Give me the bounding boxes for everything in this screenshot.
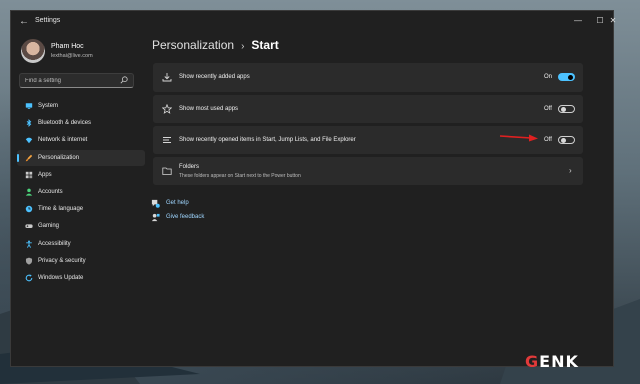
star-icon (162, 104, 172, 114)
sidebar-item-label: Network & internet (38, 137, 88, 144)
folder-icon (162, 167, 172, 175)
brush-icon (25, 154, 33, 161)
breadcrumb: Personalization › Start (152, 38, 279, 52)
gamepad-icon (25, 224, 33, 229)
setting-row-most-used[interactable]: Show most used apps Off (153, 95, 583, 123)
sidebar-item-bluetooth[interactable]: Bluetooth & devices (17, 115, 145, 131)
person-icon (25, 188, 33, 196)
sidebar-item-label: Apps (38, 171, 52, 178)
recently-added-toggle[interactable] (558, 73, 575, 81)
window-title: Settings (35, 17, 61, 24)
shield-icon (25, 257, 33, 265)
close-button[interactable]: ✕ (609, 14, 617, 28)
sidebar-item-label: Personalization (38, 154, 80, 161)
sidebar-item-windows-update[interactable]: Windows Update (17, 270, 145, 286)
sidebar-item-label: Accounts (38, 188, 63, 195)
sidebar-item-label: Privacy & security (38, 257, 86, 264)
search-icon[interactable] (120, 76, 128, 84)
search-input[interactable] (25, 75, 120, 86)
setting-description: These folders appear on Start next to th… (179, 173, 301, 179)
title-bar: ← Settings — ☐ ✕ (11, 11, 616, 33)
help-icon (151, 199, 160, 208)
accessibility-icon (26, 239, 32, 248)
get-help-link[interactable]: Get help (166, 200, 189, 206)
sidebar-item-label: Bluetooth & devices (38, 120, 92, 127)
setting-label: Show most used apps (179, 106, 239, 112)
toggle-knob (561, 107, 566, 112)
sidebar-item-privacy[interactable]: Privacy & security (17, 253, 145, 269)
setting-row-recently-added[interactable]: Show recently added apps On (153, 63, 583, 92)
list-icon (163, 137, 171, 143)
toggle-state-text: Off (544, 137, 552, 143)
avatar[interactable] (21, 39, 45, 63)
sidebar-item-accessibility[interactable]: Accessibility (17, 236, 145, 252)
breadcrumb-separator: › (241, 41, 245, 52)
minimize-button[interactable]: — (567, 14, 589, 28)
toggle-state-text: On (544, 74, 553, 80)
maximize-button[interactable]: ☐ (589, 14, 611, 28)
bluetooth-icon (26, 119, 32, 128)
genk-watermark-logo: GENK (525, 352, 579, 371)
toggle-knob (561, 138, 566, 143)
user-email: lexthai@live.com (51, 53, 93, 59)
sidebar-item-accounts[interactable]: Accounts (17, 184, 145, 200)
setting-row-folders[interactable]: Folders These folders appear on Start ne… (153, 157, 583, 185)
sidebar-item-label: Gaming (38, 223, 60, 230)
setting-label: Show recently added apps (179, 74, 250, 80)
give-feedback-link[interactable]: Give feedback (166, 214, 204, 220)
globe-clock-icon (25, 205, 33, 213)
sidebar-item-label: Accessibility (38, 240, 71, 247)
chevron-right-icon: › (569, 166, 572, 175)
toggle-state-text: Off (544, 106, 552, 112)
back-button[interactable]: ← (17, 15, 31, 29)
recently-opened-toggle[interactable] (558, 136, 575, 144)
setting-label: Show recently opened items in Start, Jum… (179, 137, 356, 143)
toggle-knob (568, 74, 573, 80)
update-icon (25, 274, 33, 282)
sidebar-nav: System Bluetooth & devices Network & int… (17, 98, 145, 287)
download-icon (162, 73, 172, 82)
sidebar-item-label: Time & language (38, 206, 84, 213)
feedback-icon (151, 213, 160, 222)
wifi-icon (25, 137, 33, 144)
monitor-icon (25, 103, 33, 109)
sidebar-item-label: System (38, 103, 59, 109)
apps-icon (25, 171, 33, 178)
sidebar-item-system[interactable]: System (17, 98, 145, 114)
user-name: Pham Hoc (51, 43, 84, 50)
sidebar-item-time-language[interactable]: Time & language (17, 201, 145, 217)
breadcrumb-parent[interactable]: Personalization (152, 38, 234, 52)
sidebar-item-gaming[interactable]: Gaming (17, 218, 145, 234)
annotation-arrow (499, 134, 538, 142)
most-used-toggle[interactable] (558, 105, 575, 113)
sidebar-item-label: Windows Update (38, 274, 84, 281)
setting-label: Folders (179, 164, 200, 170)
sidebar-item-network[interactable]: Network & internet (17, 132, 145, 148)
settings-window: ← Settings — ☐ ✕ Pham Hoc lexthai@live.c… (10, 10, 616, 367)
sidebar-item-apps[interactable]: Apps (17, 167, 145, 183)
page-title: Start (251, 38, 279, 52)
sidebar-item-personalization[interactable]: Personalization (17, 149, 145, 166)
search-box[interactable] (19, 73, 134, 88)
